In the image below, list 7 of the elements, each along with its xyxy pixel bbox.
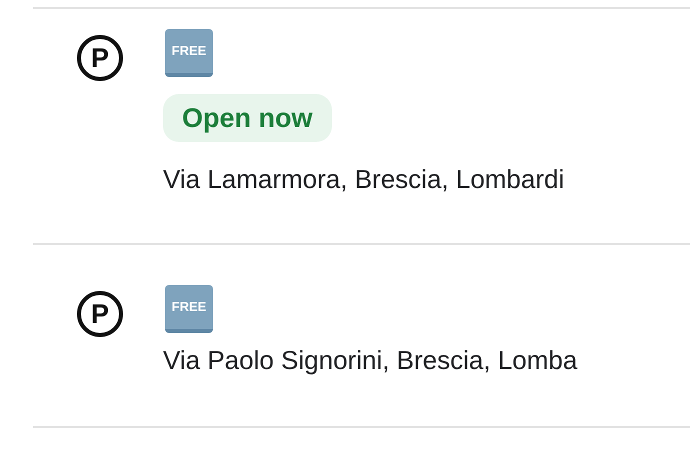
parking-icon: P bbox=[76, 34, 124, 82]
free-badge: FREE bbox=[165, 285, 213, 333]
free-badge: FREE bbox=[165, 29, 213, 77]
parking-icon: P bbox=[76, 290, 124, 338]
address-text: Via Paolo Signorini, Brescia, Lomba bbox=[163, 344, 578, 377]
address-text: Via Lamarmora, Brescia, Lombardi bbox=[163, 163, 564, 196]
open-status-chip: Open now bbox=[163, 94, 332, 142]
